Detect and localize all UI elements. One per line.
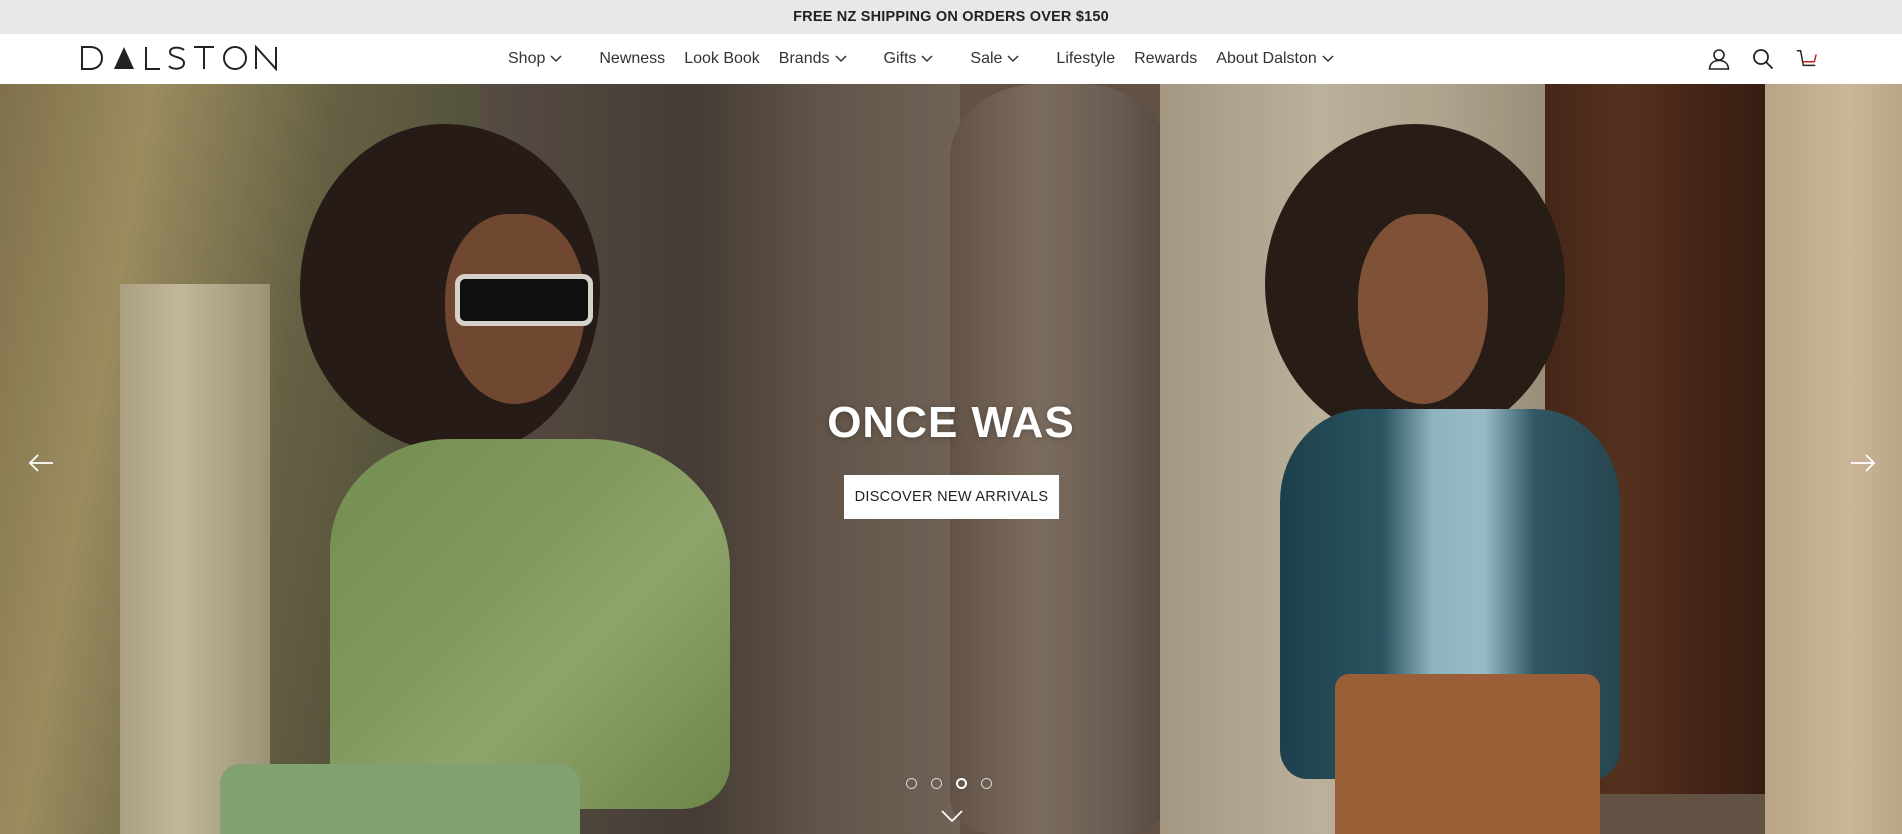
nav-label: Rewards (1134, 50, 1198, 67)
nav-label: Look Book (684, 50, 760, 67)
chevron-down-icon (834, 55, 847, 63)
nav-brands[interactable]: Brands (779, 34, 865, 84)
slide-indicators (906, 778, 992, 789)
nav-label: Sale (970, 50, 1003, 67)
hero-overlay (0, 84, 1902, 834)
nav-gifts[interactable]: Gifts (884, 34, 952, 84)
account-icon[interactable] (1708, 48, 1730, 70)
chevron-down-icon (1322, 55, 1334, 63)
slide-dot-2[interactable] (931, 778, 942, 789)
nav-lifestyle[interactable]: Lifestyle (1056, 34, 1115, 84)
chevron-down-icon (1007, 55, 1019, 63)
search-icon[interactable] (1752, 48, 1774, 70)
nav-look-book[interactable]: Look Book (684, 34, 760, 84)
chevron-down-icon (921, 55, 933, 63)
slide-dot-3[interactable] (956, 778, 967, 789)
site-header: Shop Newness Look Book Brands Gifts Sale… (0, 34, 1902, 84)
nav-newness[interactable]: Newness (599, 34, 665, 84)
hero-slideshow: ONCE WAS DISCOVER NEW ARRIVALS (0, 84, 1902, 834)
previous-slide-arrow-icon[interactable] (24, 446, 58, 480)
announcement-bar: FREE NZ SHIPPING ON ORDERS OVER $150 (0, 0, 1902, 34)
nav-shop[interactable]: Shop (508, 34, 580, 84)
next-slide-arrow-icon[interactable] (1846, 446, 1880, 480)
announcement-text: FREE NZ SHIPPING ON ORDERS OVER $150 (793, 9, 1109, 25)
scroll-down-chevron-icon[interactable] (941, 806, 963, 826)
chevron-down-icon (550, 55, 562, 63)
nav-rewards[interactable]: Rewards (1134, 34, 1197, 84)
nav-label: Brands (778, 50, 830, 67)
hero-title: ONCE WAS (827, 398, 1075, 447)
nav-label: Lifestyle (1056, 50, 1116, 67)
header-icons (1708, 34, 1818, 84)
cart-icon[interactable] (1796, 48, 1818, 70)
nav-label: About Dalston (1216, 50, 1317, 67)
slide-dot-4[interactable] (981, 778, 992, 789)
dalston-logo[interactable] (80, 42, 280, 74)
discover-new-arrivals-button[interactable]: DISCOVER NEW ARRIVALS (844, 475, 1059, 519)
nav-label: Newness (599, 50, 666, 67)
main-navigation: Shop Newness Look Book Brands Gifts Sale… (508, 34, 1352, 84)
nav-about-dalston[interactable]: About Dalston (1216, 34, 1352, 84)
nav-label: Shop (508, 50, 546, 67)
slide-dot-1[interactable] (906, 778, 917, 789)
nav-sale[interactable]: Sale (970, 34, 1037, 84)
nav-label: Gifts (883, 50, 917, 67)
logo-wordmark (81, 45, 277, 71)
